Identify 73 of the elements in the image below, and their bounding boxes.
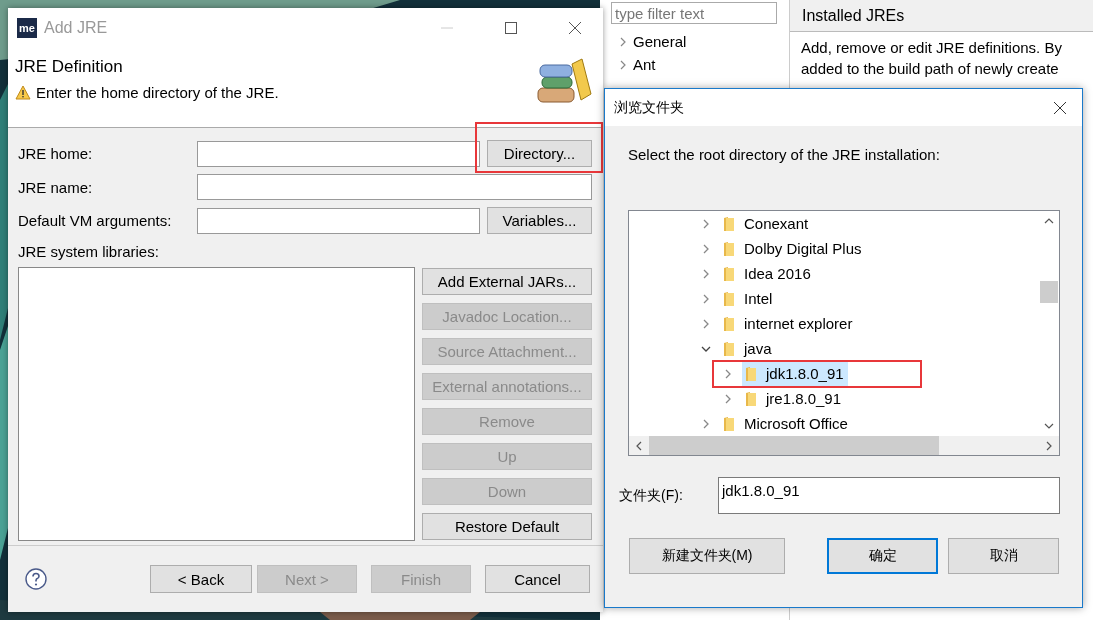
help-icon[interactable]: [25, 568, 47, 590]
input-field[interactable]: [197, 174, 592, 200]
folder-icon: [723, 290, 735, 307]
chevron-right-icon[interactable]: [723, 368, 733, 379]
folder-item[interactable]: jre1.8.0_91: [742, 386, 846, 411]
warning-icon: [15, 85, 31, 100]
folder-icon: [723, 265, 735, 282]
dialog-button[interactable]: Directory...: [487, 140, 592, 167]
folder-field[interactable]: jdk1.8.0_91: [718, 477, 1060, 514]
chevron-right-icon[interactable]: [701, 243, 711, 254]
window-title: 浏览文件夹: [614, 98, 684, 117]
folder-icon: [723, 340, 735, 357]
description-text: added to the build path of newly create: [801, 60, 1060, 79]
section-label: JRE system libraries:: [18, 243, 160, 262]
input-field[interactable]: [197, 207, 480, 234]
scroll-up-icon[interactable]: [1044, 218, 1054, 224]
folder-item[interactable]: Dolby Digital Plus: [720, 236, 866, 261]
books-icon: [536, 58, 592, 104]
description-text: Add, remove or edit JRE definitions. By: [801, 39, 1063, 58]
instruction-text: Select the root directory of the JRE installation:: [627, 145, 941, 165]
tree-item-label: General: [633, 33, 687, 50]
folder-icon: [723, 315, 735, 332]
dialog-button[interactable]: Variables...: [487, 207, 592, 234]
horizontal-scrollbar[interactable]: [629, 436, 1059, 455]
chevron-right-icon[interactable]: [723, 393, 733, 404]
scroll-left-icon[interactable]: [636, 440, 642, 451]
folder-icon: [745, 390, 757, 407]
dialog-button[interactable]: 新建文件夹(M): [629, 538, 785, 574]
field-label: JRE home:: [18, 145, 94, 162]
folder-icon: [745, 365, 757, 382]
app-icon: me: [17, 18, 37, 38]
message-text: Enter the home directory of the JRE.: [36, 84, 279, 101]
folder-item[interactable]: Microsoft Office: [720, 411, 852, 436]
tree-item[interactable]: Ant: [611, 53, 789, 76]
folder-item[interactable]: Idea 2016: [720, 261, 815, 286]
dialog-button[interactable]: 取消: [948, 538, 1059, 574]
scroll-right-icon[interactable]: [1046, 440, 1052, 451]
page-title: Installed JREs: [802, 6, 905, 25]
dialog-button[interactable]: Add External JARs...: [422, 268, 592, 295]
tree-item-label: Ant: [633, 56, 656, 73]
dialog-button[interactable]: 确定: [827, 538, 938, 574]
folder-item[interactable]: Conexant: [720, 211, 813, 236]
dialog-button[interactable]: Restore Default: [422, 513, 592, 540]
close-icon[interactable]: [569, 22, 581, 34]
chevron-right-icon[interactable]: [701, 268, 711, 279]
scroll-down-icon[interactable]: [1044, 423, 1054, 429]
filter-field[interactable]: type filter text: [611, 2, 777, 24]
input-field[interactable]: [197, 140, 480, 167]
dialog-button[interactable]: < Back: [150, 565, 252, 593]
folder-item[interactable]: java: [720, 336, 776, 361]
folder-icon: [723, 240, 735, 257]
folder-item[interactable]: Intel: [720, 286, 777, 311]
folder-item[interactable]: jdk1.8.0_91: [742, 361, 848, 386]
window-title: Add JRE: [44, 19, 108, 37]
chevron-right-icon[interactable]: [701, 418, 711, 429]
scroll-thumb[interactable]: [1040, 281, 1058, 303]
tree-item[interactable]: General: [611, 30, 789, 53]
chevron-right-icon[interactable]: [701, 293, 711, 304]
folder-icon: [723, 215, 735, 232]
chevron-right-icon[interactable]: [701, 218, 711, 229]
folder-icon: [723, 415, 735, 432]
chevron-icon: [620, 36, 626, 47]
chevron-right-icon[interactable]: [701, 318, 711, 329]
page-heading: JRE Definition: [15, 57, 124, 77]
chevron-icon: [620, 59, 626, 70]
scroll-thumb[interactable]: [649, 436, 939, 455]
field-label: JRE name:: [18, 178, 94, 196]
dialog-button[interactable]: Cancel: [485, 565, 590, 593]
close-icon[interactable]: [1054, 101, 1066, 114]
maximize-icon[interactable]: [505, 22, 517, 34]
folder-item[interactable]: internet explorer: [720, 311, 857, 336]
field-label: 文件夹(F):: [619, 486, 684, 505]
field-label: Default VM arguments:: [18, 212, 173, 229]
